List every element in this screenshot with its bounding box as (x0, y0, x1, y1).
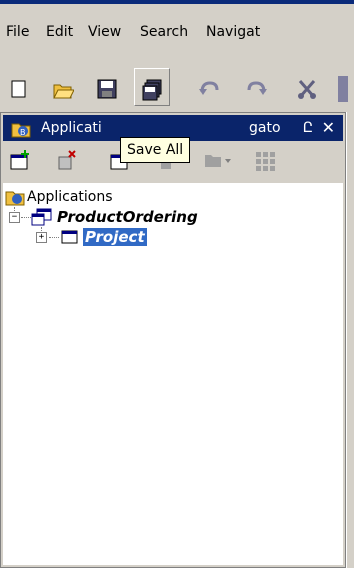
main-toolbar (0, 68, 354, 113)
cut-button[interactable] (290, 68, 326, 106)
tree-node-project[interactable]: Project (83, 228, 147, 246)
menu-navigate[interactable]: Navigat (206, 24, 260, 40)
menu-file[interactable]: File (6, 24, 29, 40)
application-icon (31, 208, 52, 226)
open-button[interactable] (46, 68, 82, 106)
save-all-icon (142, 79, 162, 101)
redo-button[interactable] (240, 68, 276, 106)
tree-node-applications[interactable]: Applications (27, 189, 113, 205)
panel-title: Applicati (41, 120, 102, 136)
grid-view-button[interactable] (253, 149, 279, 175)
working-set-icon (205, 155, 231, 167)
close-icon[interactable]: ✕ (322, 118, 335, 137)
pin-icon[interactable]: Ը (303, 120, 313, 136)
menu-bar: File Edit View Search Navigat (0, 0, 354, 44)
menu-edit[interactable]: Edit (46, 24, 73, 40)
tree-connector (49, 237, 59, 238)
save-icon (97, 79, 117, 99)
delete-application-button[interactable] (55, 149, 81, 175)
menu-view[interactable]: View (88, 24, 121, 40)
open-icon (53, 84, 74, 99)
panel-title-tail: gato (249, 120, 281, 136)
applications-folder-icon (5, 191, 25, 206)
undo-button[interactable] (192, 68, 228, 106)
applications-icon: B (11, 123, 31, 138)
grid-icon (256, 152, 275, 171)
new-application-icon (10, 150, 29, 170)
working-set-button[interactable] (203, 149, 231, 175)
project-icon (61, 230, 78, 244)
redo-icon (247, 81, 267, 95)
svg-text:B: B (20, 128, 26, 137)
save-all-button[interactable] (134, 68, 170, 106)
menu-search[interactable]: Search (140, 24, 188, 40)
editor-area-edge (346, 112, 354, 568)
expand-toggle[interactable]: + (36, 232, 47, 243)
delete-application-icon (58, 150, 76, 170)
save-all-tooltip: Save All (120, 137, 191, 163)
tree-connector (21, 217, 31, 218)
toolbar-overflow (338, 76, 348, 102)
application-tree: Applications − ProductOrdering + Project (3, 183, 343, 565)
new-button[interactable] (2, 68, 38, 106)
new-application-button[interactable] (9, 149, 35, 175)
application-navigator-panel: B Applicati gato Ը ✕ Applications − Prod… (0, 112, 346, 568)
collapse-toggle[interactable]: − (9, 212, 20, 223)
undo-icon (199, 81, 219, 95)
save-button[interactable] (90, 68, 126, 106)
cut-icon (298, 80, 316, 99)
new-icon (11, 80, 26, 98)
tree-node-productordering[interactable]: ProductOrdering (57, 208, 198, 226)
